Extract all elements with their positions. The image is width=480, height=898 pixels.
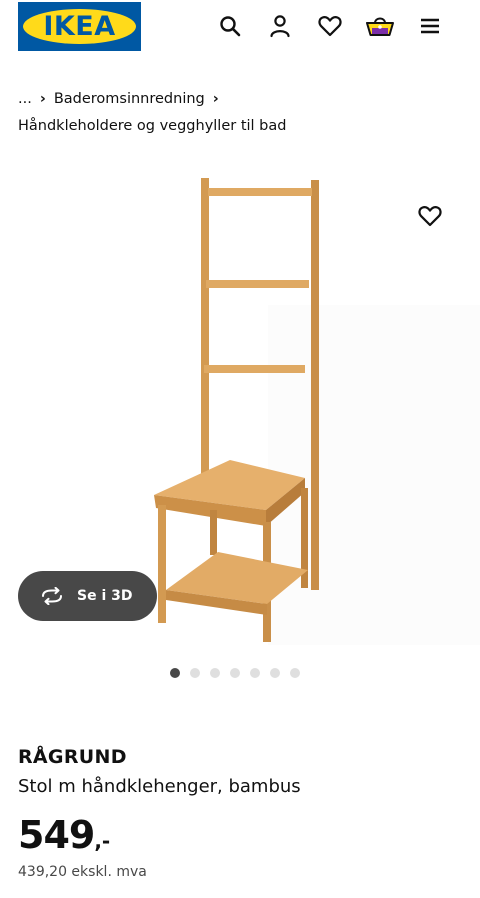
price-integer: 549 xyxy=(18,813,95,857)
logo-text: IKEA xyxy=(43,11,116,42)
view-in-3d-label: Se i 3D xyxy=(77,588,133,604)
product-description: Stol m håndklehenger, bambus xyxy=(18,776,301,797)
breadcrumb-item-current[interactable]: Håndkleholdere og vegghyller til bad xyxy=(18,118,286,134)
heart-icon[interactable] xyxy=(414,200,446,232)
pagination-dot[interactable] xyxy=(250,668,260,678)
product-name: RÅGRUND xyxy=(18,746,127,768)
ikea-logo[interactable]: IKEA ® xyxy=(18,2,141,51)
price-suffix: ,- xyxy=(94,829,111,853)
breadcrumb-item-baderomsinnredning[interactable]: Baderomsinnredning xyxy=(54,91,205,107)
pagination-dot[interactable] xyxy=(230,668,240,678)
search-icon[interactable] xyxy=(214,10,246,42)
breadcrumb-ellipsis[interactable]: ... xyxy=(18,91,32,107)
pagination-dot[interactable] xyxy=(170,668,180,678)
pagination-dot[interactable] xyxy=(190,668,200,678)
product-image[interactable] xyxy=(130,170,340,655)
chevron-right-icon: › xyxy=(39,91,46,107)
user-icon[interactable] xyxy=(264,10,296,42)
pagination-dot[interactable] xyxy=(210,668,220,678)
logo-oval: IKEA ® xyxy=(23,9,136,44)
rotate-3d-icon xyxy=(42,587,62,605)
breadcrumb: ... › Baderomsinnredning › Håndkleholdere o… xyxy=(18,86,462,140)
chevron-right-icon: › xyxy=(212,91,219,107)
price-excl-vat: 439,20 ekskl. mva xyxy=(18,864,147,880)
pagination-dot[interactable] xyxy=(290,668,300,678)
product-price: 549,- xyxy=(18,810,110,866)
site-header: IKEA ® xyxy=(0,0,480,56)
image-pagination xyxy=(170,668,300,678)
heart-icon[interactable] xyxy=(314,10,346,42)
menu-icon[interactable] xyxy=(414,10,446,42)
view-in-3d-button[interactable]: Se i 3D xyxy=(18,571,157,621)
cart-icon[interactable] xyxy=(364,10,396,42)
pagination-dot[interactable] xyxy=(270,668,280,678)
logo-registered-mark: ® xyxy=(127,11,134,19)
